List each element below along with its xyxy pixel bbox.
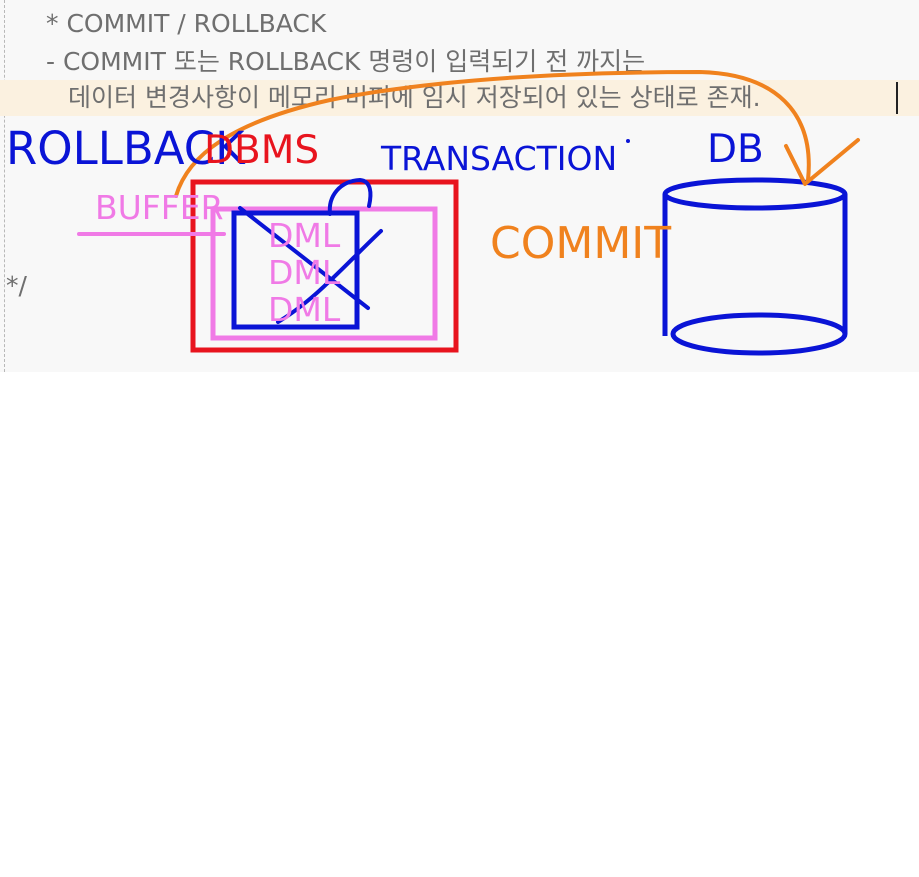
dbms-label: DBMS [204,128,320,173]
commit-label: COMMIT [490,218,672,269]
dml-label-1: DML [268,216,341,255]
stray-dot [626,139,630,143]
dml-label-3: DML [268,290,341,329]
dml-label-2: DML [268,253,341,292]
db-cylinder-bottom [670,312,848,356]
transaction-label: TRANSACTION [381,139,618,178]
db-label: DB [707,127,764,172]
commit-arrowhead [784,138,860,186]
db-cylinder-top [662,177,848,211]
buffer-label: BUFFER [95,188,224,227]
